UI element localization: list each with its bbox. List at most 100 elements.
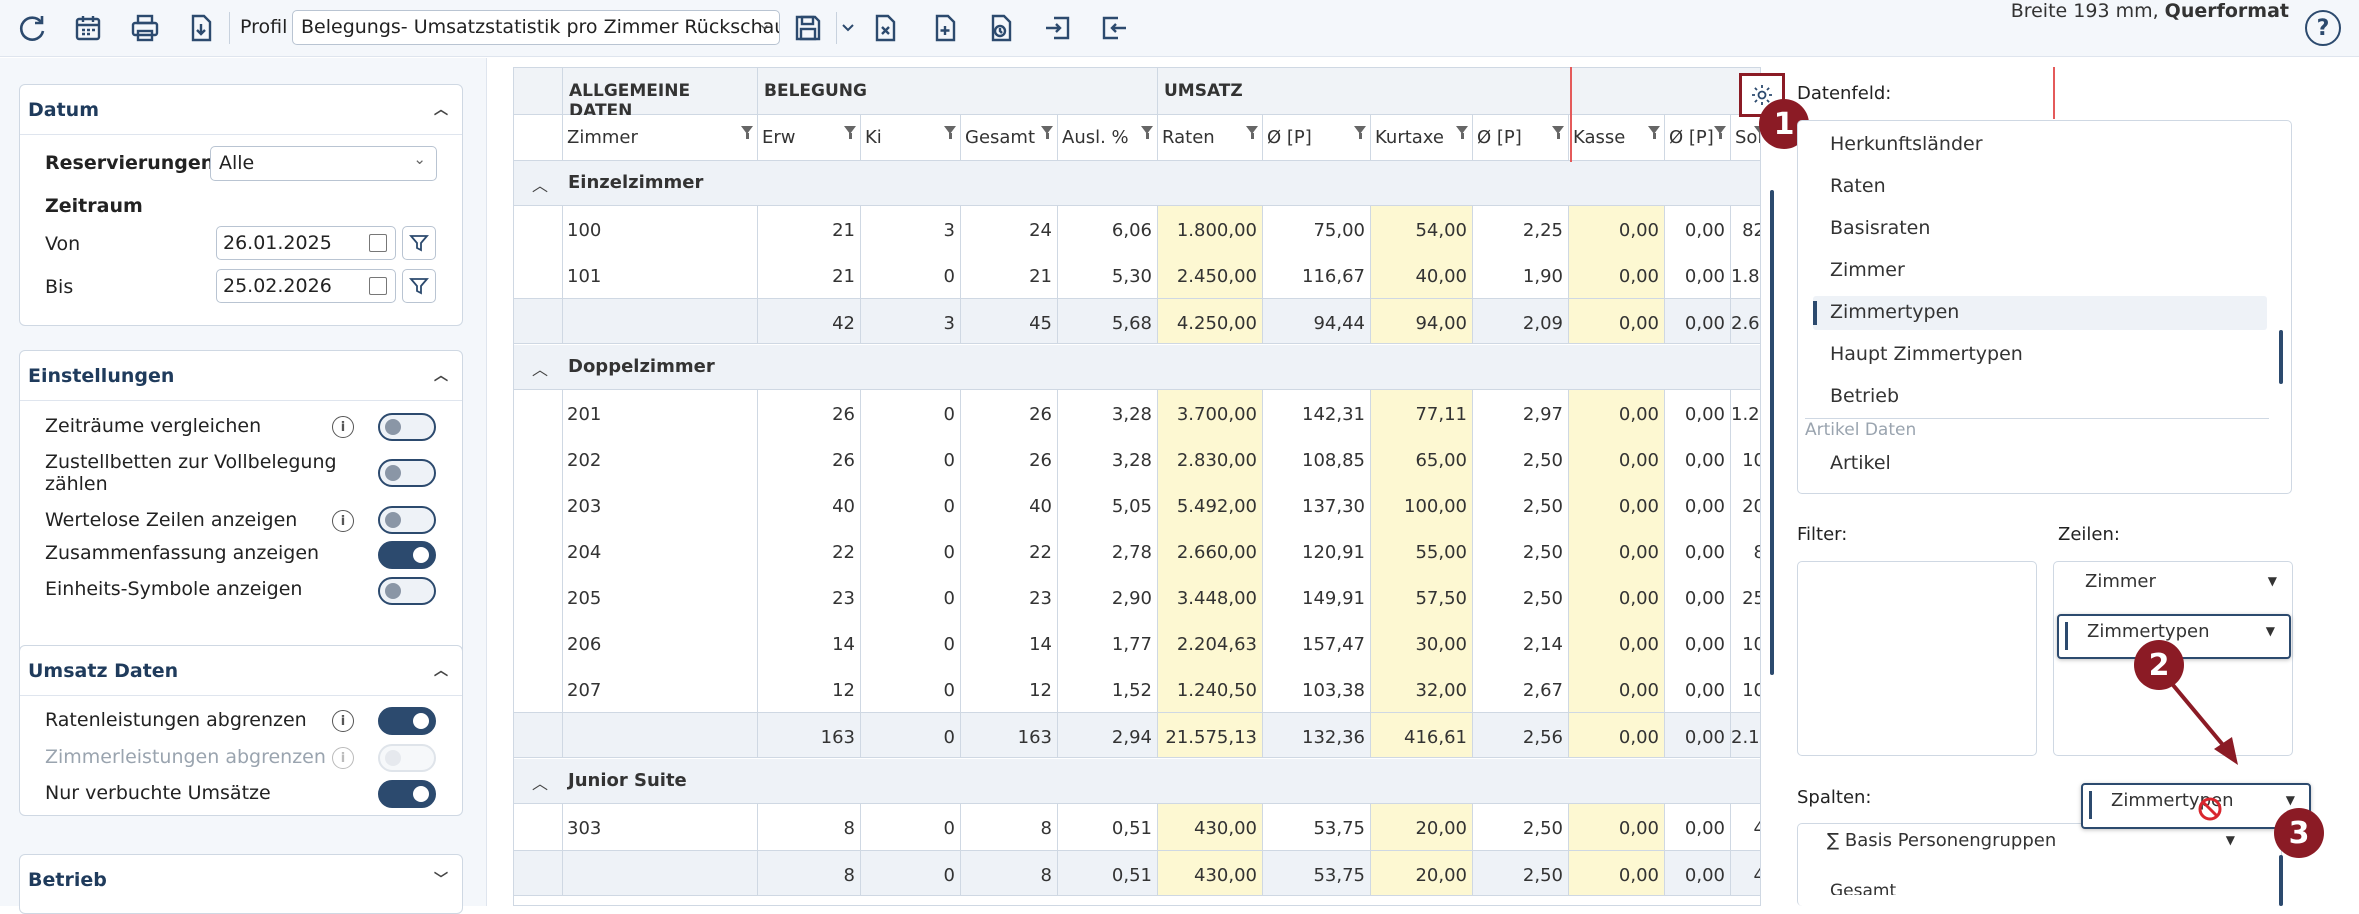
export-icon[interactable] (1096, 10, 1132, 46)
table-row[interactable]: 3038080,51430,0053,7520,002,500,000,004 (514, 804, 1760, 850)
einstellungen-header[interactable]: Einstellungen ︿ (20, 351, 462, 401)
column-header[interactable]: Erw (757, 115, 860, 161)
chevron-up-icon[interactable]: ︿ (532, 356, 548, 380)
datenfeld-item[interactable]: Haupt Zimmertypen (1830, 343, 2023, 365)
group-row[interactable]: ︿ Doppelzimmer (514, 345, 1760, 390)
column-header[interactable]: Ø [P] (1262, 115, 1370, 161)
datenfeld-scrollbar[interactable] (2279, 330, 2283, 384)
toggle-zusammenfassung[interactable] (378, 541, 436, 569)
column-header[interactable]: Raten (1157, 115, 1262, 161)
column-header[interactable]: Gesamt (960, 115, 1057, 161)
filter-icon[interactable] (1714, 126, 1726, 139)
betrieb-header[interactable]: Betrieb ﹀ (20, 855, 462, 905)
bis-date-input[interactable]: 25.02.2026 (216, 269, 396, 303)
datum-header[interactable]: Datum ︿ (20, 85, 462, 135)
filter-icon[interactable] (844, 126, 856, 139)
new-file-icon[interactable] (927, 10, 963, 46)
grid-cell: 0,00 (1568, 482, 1664, 528)
copy-file-icon[interactable] (983, 10, 1019, 46)
delete-file-icon[interactable] (867, 10, 903, 46)
grid-cell: 0,00 (1568, 390, 1664, 436)
filter-icon[interactable] (1246, 126, 1258, 139)
filter-icon[interactable] (1456, 126, 1468, 139)
row-spacer (514, 436, 562, 482)
info-icon[interactable]: i (332, 416, 354, 438)
datenfeld-item[interactable]: Raten (1830, 175, 1886, 197)
datenfeld-item[interactable]: Herkunftsländer (1830, 133, 1983, 155)
toggle-wertelose-zeilen[interactable] (378, 506, 436, 534)
table-row[interactable]: 100 21 3 24 6,06 1.800,00 75,00 54,00 2,25 0,00 0,… (514, 206, 1760, 252)
grid-cell: 0 (860, 620, 960, 666)
filter-icon[interactable] (741, 126, 753, 139)
filter-icon[interactable] (1648, 126, 1660, 139)
datenfeld-item-artikel[interactable]: Artikel (1830, 452, 1891, 474)
reservierungen-select[interactable]: Alle ⌄ (210, 146, 437, 181)
grid-cell: 2,50 (1472, 482, 1568, 528)
toggle-ratenleistungen[interactable] (378, 707, 436, 735)
save-icon[interactable] (790, 10, 826, 46)
refresh-icon[interactable] (14, 10, 50, 46)
download-icon[interactable] (183, 10, 219, 46)
grid-cell: 0,00 (1568, 528, 1664, 574)
toggle-einheits-symbole[interactable] (378, 577, 436, 605)
chevron-up-icon[interactable]: ︿ (532, 770, 548, 794)
grid-cell: 5,68 (1057, 299, 1157, 343)
column-header[interactable]: Ausl. % (1057, 115, 1157, 161)
toggle-nur-verbuchte[interactable] (378, 780, 436, 808)
table-row[interactable]: 204 22 0 22 2,78 2.660,00 120,91 55,00 2,50 0,00 0… (514, 528, 1760, 574)
info-icon[interactable]: i (332, 710, 354, 732)
von-date-input[interactable]: 26.01.2025 (216, 226, 396, 260)
grid-cell: 12 (757, 666, 860, 712)
grid-cell: 21 (960, 252, 1057, 298)
filter-icon[interactable] (1041, 126, 1053, 139)
column-header[interactable]: Zimmer (562, 115, 757, 161)
datenfeld-item[interactable]: Zimmer (1830, 259, 1905, 281)
print-icon[interactable] (127, 10, 163, 46)
datenfeld-item[interactable]: Zimmertypen (1830, 301, 1959, 323)
chevron-down-icon[interactable] (838, 10, 858, 46)
toggle-zeitraeume-vergleichen[interactable] (378, 413, 436, 441)
filter-icon[interactable] (944, 126, 956, 139)
datenfeld-item[interactable]: Betrieb (1830, 385, 1899, 407)
spalten-scrollbar[interactable] (2279, 855, 2283, 906)
import-icon[interactable] (1040, 10, 1076, 46)
grid-cell: 20,00 (1370, 851, 1472, 895)
grid-cell: 26 (960, 436, 1057, 482)
bis-filter-button[interactable] (402, 269, 436, 303)
group-row[interactable]: ︿ Junior Suite (514, 759, 1760, 804)
table-row[interactable]: 203 40 0 40 5,05 5.492,00 137,30 100,00 2,50 0,00… (514, 482, 1760, 528)
table-row[interactable]: 207 12 0 12 1,52 1.240,50 103,38 32,00 2,67 0,00 0… (514, 666, 1760, 712)
datenfeld-item[interactable]: Basisraten (1830, 217, 1930, 239)
umsatz-daten-header[interactable]: Umsatz Daten ︿ (20, 646, 462, 696)
column-header[interactable]: Ø [P] (1664, 115, 1730, 161)
table-row[interactable]: 101 21 0 21 5,30 2.450,00 116,67 40,00 1,90 0,00 0… (514, 252, 1760, 298)
calendar-icon[interactable] (369, 277, 387, 295)
column-header[interactable]: Kasse (1568, 115, 1664, 161)
grid-scrollbar[interactable] (1770, 190, 1774, 675)
toggle-zustellbetten[interactable] (378, 459, 436, 487)
column-header[interactable]: Ki (860, 115, 960, 161)
table-row[interactable]: 202 26 0 26 3,28 2.830,00 108,85 65,00 2,50 0,00 0… (514, 436, 1760, 482)
calendar-icon[interactable] (70, 10, 106, 46)
filter-icon[interactable] (1354, 126, 1366, 139)
table-row[interactable]: 206 14 0 14 1,77 2.204,63 157,47 30,00 2,14 0,00 0… (514, 620, 1760, 666)
filter-icon[interactable] (1141, 126, 1153, 139)
column-header[interactable]: Sonstig (1730, 115, 1760, 161)
filter-icon[interactable] (1552, 126, 1564, 139)
group-row[interactable]: ︿ Einzelzimmer (514, 161, 1760, 206)
von-filter-button[interactable] (402, 226, 436, 260)
filter-dropzone[interactable] (1797, 561, 2037, 756)
column-header[interactable]: Ø [P] (1472, 115, 1568, 161)
zeilen-item-zimmer[interactable]: Zimmer ▼ (2055, 566, 2291, 606)
grid-cell: 2.450,00 (1157, 252, 1262, 298)
info-icon[interactable]: i (332, 510, 354, 532)
calendar-icon[interactable] (369, 234, 387, 252)
column-header[interactable]: Kurtaxe (1370, 115, 1472, 161)
help-icon[interactable]: ? (2305, 10, 2341, 46)
table-row[interactable]: 205 23 0 23 2,90 3.448,00 149,91 57,50 2,50 0,00 0… (514, 574, 1760, 620)
profil-select[interactable]: Belegungs- Umsatzstatistik pro Zimmer Rü… (292, 10, 780, 45)
chevron-up-icon[interactable]: ︿ (532, 172, 548, 196)
table-row[interactable]: 201 26 0 26 3,28 3.700,00 142,31 77,11 2,97 0,00 0… (514, 390, 1760, 436)
chevron-up-icon: ︿ (434, 102, 448, 118)
spalten-item-basis-personengruppen[interactable]: ∑ Basis Personengruppen ▼ (1799, 825, 2249, 865)
